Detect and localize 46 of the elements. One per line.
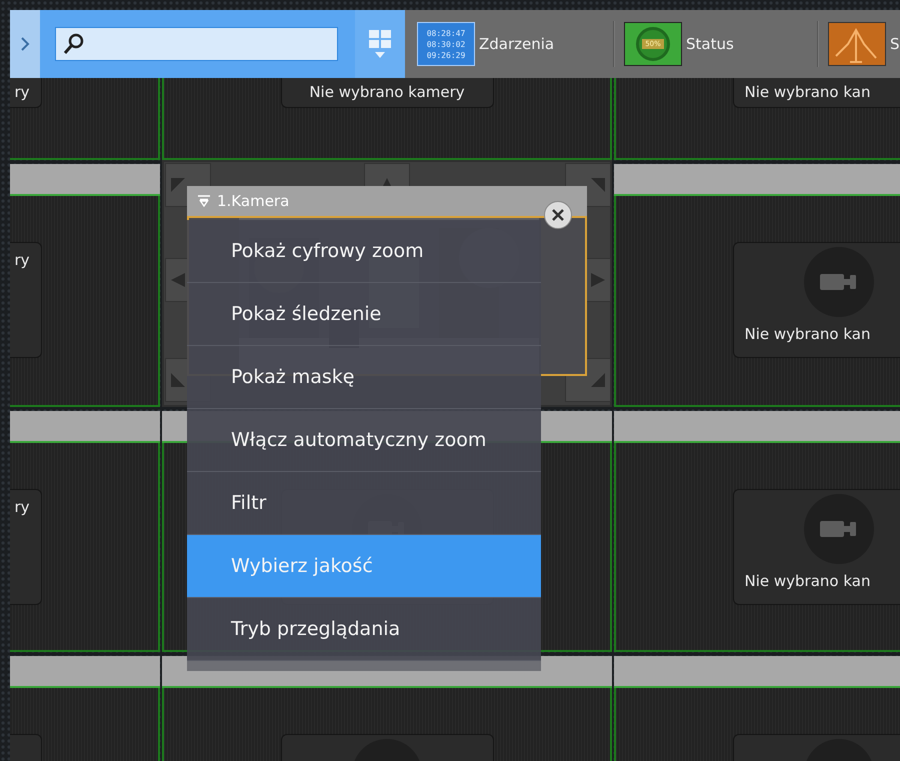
toolbar-tool[interactable]: S	[828, 20, 900, 68]
tool-label: Zdarzenia	[479, 35, 554, 53]
arrow-icon	[171, 178, 185, 192]
arrow-icon	[171, 273, 185, 287]
menu-item[interactable]: Pokaż maskę	[187, 346, 541, 409]
chevron-icon	[20, 36, 30, 52]
menu-item[interactable]: Pokaż cyfrowy zoom	[187, 220, 541, 283]
caret-icon	[375, 52, 385, 58]
no-camera-label: Nie wybrano kamery	[309, 83, 465, 101]
filter-icon	[197, 195, 211, 207]
camera-tile[interactable]	[162, 688, 612, 761]
graph-icon	[828, 22, 886, 66]
camera-tile[interactable]: ry	[10, 443, 160, 652]
menu-item[interactable]: Pokaż śledzenie	[187, 283, 541, 346]
no-camera-label: Nie wybrano kan	[744, 325, 872, 343]
no-camera-label: Nie wybrano kan	[744, 572, 872, 590]
camera-tile[interactable]: Nie wybrano kamery	[162, 78, 612, 160]
tool-label: Status	[686, 35, 734, 53]
camera-title: 1.Kamera	[217, 192, 290, 210]
menu-item[interactable]: Tryb przeglądania	[187, 598, 541, 661]
event-time: 08:30:02	[426, 38, 466, 50]
search-icon	[62, 32, 86, 56]
menu-item[interactable]: Filtr	[187, 472, 541, 535]
camera-tile[interactable]: ry	[10, 196, 160, 407]
camera-tile[interactable]: Nie wybrano kan	[614, 196, 900, 407]
arrow-icon	[591, 178, 605, 192]
camera-tile[interactable]: Nie wybrano kan	[614, 78, 900, 160]
arrow-icon	[171, 373, 185, 387]
toolbar-tool[interactable]: 08:28:47 08:30:02 09:26:29 Zdarzenia	[417, 20, 613, 68]
no-camera-label: ry	[13, 498, 30, 516]
camera-icon	[819, 518, 859, 540]
event-time: 08:28:47	[426, 28, 466, 38]
search-field[interactable]	[55, 27, 338, 61]
menu-item[interactable]: Włącz automatyczny zoom	[187, 409, 541, 472]
grid-icon	[369, 30, 391, 48]
camera-icon	[819, 271, 859, 293]
close-icon	[551, 208, 565, 222]
arrow-icon	[591, 373, 605, 387]
camera-tile[interactable]: ry	[10, 78, 160, 160]
event-time: 09:26:29	[426, 50, 466, 60]
tool-label: S	[890, 35, 900, 53]
no-camera-label: ry	[13, 251, 30, 269]
arrow-icon	[591, 273, 605, 287]
camera-tile[interactable]: Nie wybrano kan	[614, 443, 900, 652]
no-camera-label: Nie wybrano kan	[744, 83, 872, 101]
no-camera-label: ry	[13, 83, 30, 101]
